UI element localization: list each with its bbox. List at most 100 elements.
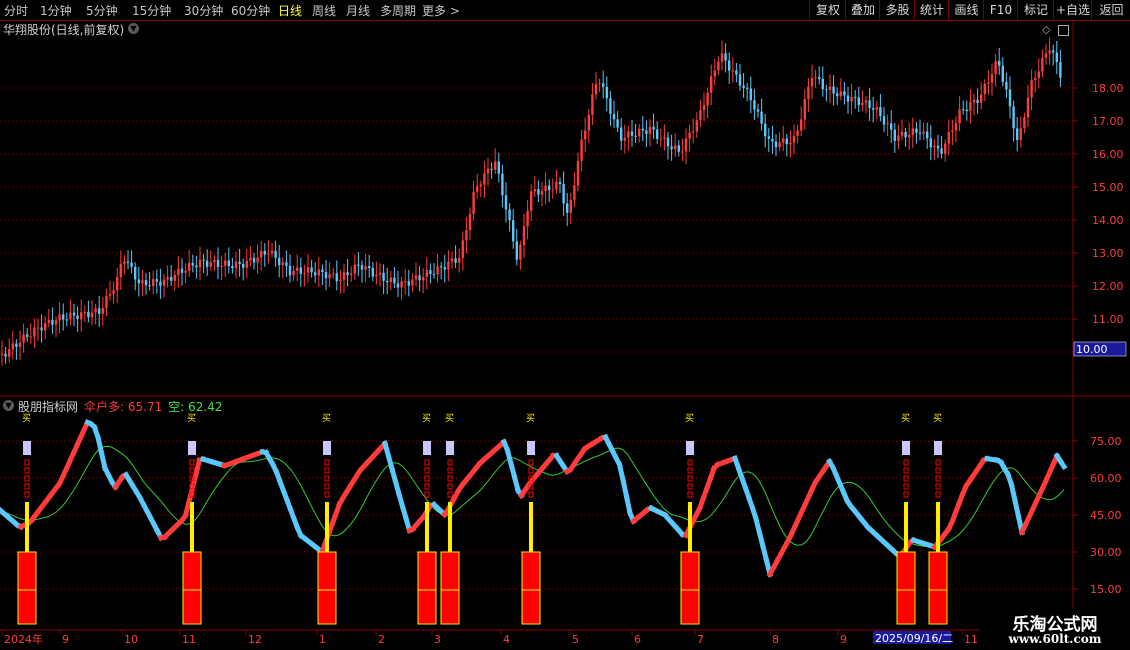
candle-body [540,191,544,195]
signal-box [896,551,916,625]
signal-dot [24,491,30,498]
signal-dot [324,491,330,498]
candle-body [850,96,853,102]
candle-body [778,142,781,148]
candle-body [929,138,932,148]
candle-body [782,138,785,143]
indicator-tick-label: 60.00 [1090,472,1122,485]
candle-body [0,353,4,355]
candle-body [8,349,11,357]
candle-body [22,334,25,343]
candle-body [407,281,410,286]
time-tick-label: 10 [124,633,138,646]
signal-dot [24,459,30,466]
candle-body [54,320,58,325]
kline-chart-canvas[interactable]: 18.00 17.00 16.00 15.00 14.00 13.00 12.00 11.00… [0,0,1130,650]
candle-body [310,267,313,273]
candle-body [245,260,248,268]
chevron-down-icon[interactable]: ▼ [128,23,139,34]
candle-body [724,53,727,61]
candle-body [94,308,97,313]
candle-body [519,244,522,260]
candle-body [681,151,684,153]
candle-body [915,128,918,133]
candle-body [771,138,774,142]
candle-body [404,281,407,283]
signal-dot [24,483,30,490]
candle-body [666,137,670,147]
candle-body [918,132,922,134]
candle-body [699,109,702,121]
price-axis: 18.00 17.00 16.00 15.00 14.00 13.00 12.00 11.00… [1073,82,1127,359]
indicator-down-segment [1057,457,1068,471]
candle-body [26,334,29,337]
candle-body [900,131,904,136]
time-tick-label: 12 [248,633,262,646]
candle-body [713,70,716,77]
time-tick-label: 2 [378,633,385,646]
candle-body [908,134,911,138]
signal-dot [528,459,534,466]
signal-dot [324,459,330,466]
candle-body [87,311,90,318]
candle-body [976,99,979,104]
signal-dot [903,459,909,466]
candle-body [184,270,187,273]
candle-body [105,295,108,309]
candle-body [155,279,158,282]
candle-body [364,266,367,270]
candle-body [854,96,857,98]
candle-body [393,277,396,284]
signal-marker-block [188,441,196,455]
signal-bar [190,502,194,552]
signal-dot [424,491,430,498]
candle-body [1055,52,1058,62]
candle-body [897,135,900,141]
indicator-name: 股朋指标网 [18,400,79,414]
candle-body [101,308,104,314]
candle-body [479,184,482,187]
time-tick-label: 7 [697,633,704,646]
candle-body [980,94,983,104]
candle-body [324,271,328,279]
signal-dot [687,459,693,466]
candle-body [836,93,839,97]
candle-body [504,195,508,210]
time-tick-label: 1 [319,633,326,646]
candle-body [202,259,205,261]
candle-body [260,250,263,258]
candle-body [1001,65,1004,82]
candle-body [656,129,659,139]
indicator-chevron-icon[interactable]: ▼ [3,400,14,411]
candle-body [191,262,194,266]
candle-body [299,267,302,274]
candle-body [868,100,871,109]
diamond-icon[interactable]: ◇ [1042,23,1050,36]
candle-body [69,312,72,320]
candle-body [501,173,504,196]
candle-body [875,107,878,110]
candle-body [296,267,299,271]
date-badge-label: 2025/09/16/二 [875,632,953,645]
watermark: 乐淘公式网 www.60lt.com [980,608,1130,650]
indicator-series: 买买买买买买买买买 [0,413,1068,625]
candle-body [112,290,115,295]
candle-body [472,191,475,215]
candle-body [454,258,457,263]
candle-body [893,129,896,141]
indicator-title: 股朋指标网 伞户多: 65.71 空: 62.42 [18,398,222,415]
candle-body [400,281,403,288]
candle-body [818,76,821,79]
stock-title: 华翔股份(日线,前复权) [3,23,125,37]
buy-signal-label: 买 [526,413,535,424]
candle-body [947,131,950,144]
candle-body [620,127,623,141]
candle-body [753,100,756,110]
candle-body [688,132,691,139]
candle-body [605,86,608,99]
indicator-tick-label: 15.00 [1090,583,1122,596]
signal-dot [189,459,195,466]
candle-body [526,210,529,227]
panel-toggle-icon[interactable] [1057,24,1069,36]
candle-body [627,131,630,138]
